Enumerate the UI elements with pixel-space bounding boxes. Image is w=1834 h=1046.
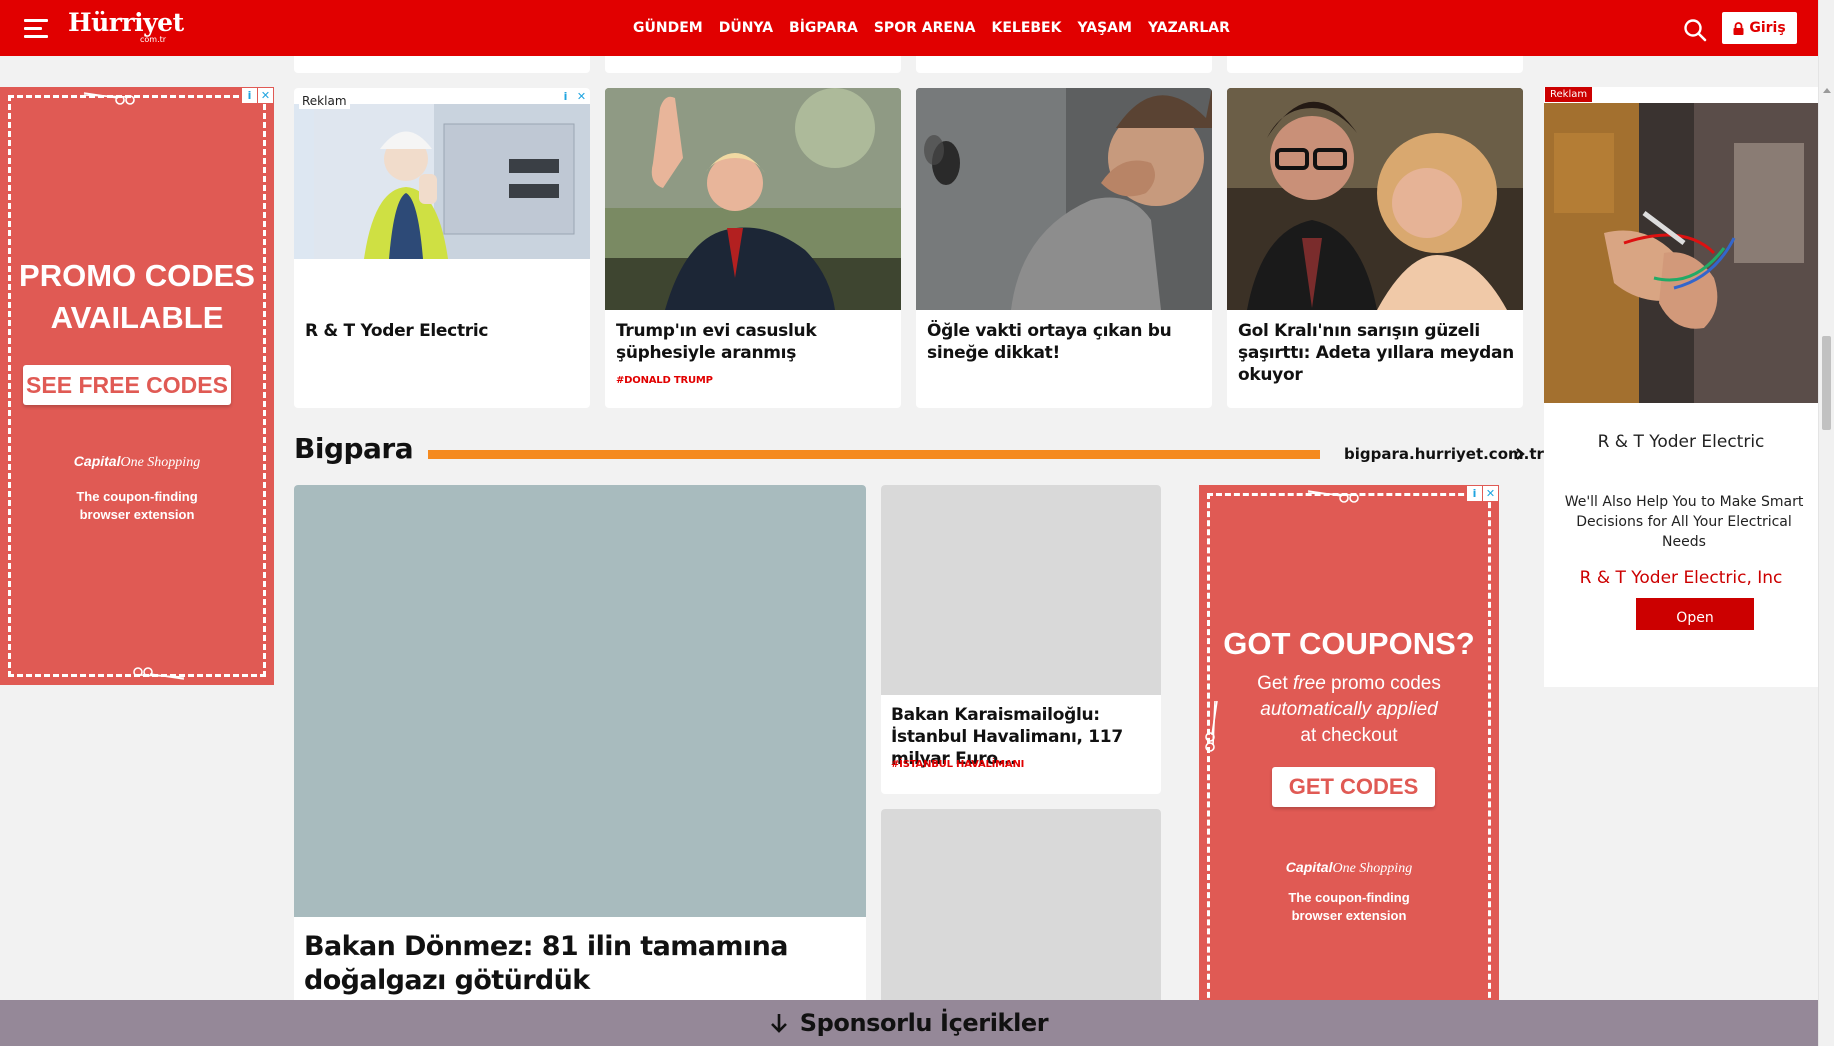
login-button[interactable]: Giriş [1722,12,1797,44]
scroll-up-icon[interactable] [1823,88,1831,93]
nav-yazarlar[interactable]: YAZARLAR [1148,20,1230,36]
previous-card-bottom [1227,56,1523,73]
sponsored-content-bar[interactable]: Sponsorlu İçerikler [0,1000,1818,1046]
middle-coupon-ad[interactable]: i ✕ GOT COUPONS? Get free promo codes aut… [1199,485,1499,1015]
capital-one-shopping-logo: CapitalOne Shopping [1199,859,1499,877]
previous-card-bottom [605,56,901,73]
news-card[interactable]: Gol Kralı'nın sarışın güzeli şaşırttı: A… [1227,88,1523,408]
story-image-placeholder [881,809,1161,1009]
story-image-placeholder [294,485,866,917]
ad-info-icon[interactable]: i [1467,486,1482,501]
coupon-subheadline: Get free promo codes automatically appli… [1199,671,1499,749]
scissors-icon [83,92,135,105]
brand-rest: One Shopping [120,455,201,470]
sponsored-card[interactable]: Reklam i ✕ R & T Yoder Electric [294,88,590,408]
page-scrollbar[interactable] [1818,0,1834,1046]
news-card[interactable]: Öğle vakti ortaya çıkan bu sineğe dikkat… [916,88,1212,408]
card-title[interactable]: Gol Kralı'nın sarışın güzeli şaşırttı: A… [1238,320,1514,386]
story-image-placeholder [881,485,1161,695]
search-icon[interactable] [1682,17,1708,43]
sponsored-content-label: Sponsorlu İçerikler [799,1009,1049,1037]
text-part: free [1293,673,1326,694]
sponsored-label: Reklam [299,94,350,109]
ad-close-icon[interactable]: ✕ [1483,486,1498,501]
ad-title[interactable]: R & T Yoder Electric [1544,432,1818,452]
nav-kelebek[interactable]: KELEBEK [991,20,1061,36]
electrician-photo [294,104,590,259]
card-title[interactable]: R & T Yoder Electric [305,320,581,342]
side-story-card[interactable]: Bakan Karaismailoğlu: İstanbul Havaliman… [881,485,1161,794]
card-title[interactable]: Öğle vakti ortaya çıkan bu sineğe dikkat… [927,320,1203,364]
coupon-subheadline-line: at checkout [1300,725,1398,746]
nav-bigpara[interactable]: BİGPARA [789,20,858,36]
brand-rest: One Shopping [1332,861,1413,876]
nav-dunya[interactable]: DÜNYA [719,20,773,36]
text-part: Get [1257,673,1294,694]
story-title[interactable]: Bakan Dönmez: 81 ilin tamamına doğalgazı… [304,930,859,998]
brand-bold: Capital [73,453,121,469]
main-story-card[interactable]: Bakan Dönmez: 81 ilin tamamına doğalgazı… [294,485,866,1005]
capital-one-shopping-logo: CapitalOne Shopping [0,453,274,471]
brand-bold: Capital [1285,859,1333,875]
ad-info-icon[interactable]: i [242,88,257,103]
side-story-card[interactable] [881,809,1161,1009]
site-logo-domain: com.tr [140,35,167,44]
section-divider [428,450,1320,459]
ad-close-icon[interactable]: ✕ [258,88,273,103]
right-display-ad[interactable]: Reklam R & T Yoder Electric We'll Also H… [1544,87,1818,687]
coupon-headline-line: PROMO CODES [19,258,255,293]
coupon-headline: PROMO CODES AVAILABLE [0,255,274,339]
fly-photo [916,88,1212,310]
coupon-tagline: The coupon-finding browser extension [0,488,274,524]
lock-icon [1733,21,1744,35]
scrollbar-thumb[interactable] [1822,336,1831,430]
story-tag[interactable]: #İSTANBUL HAVALİMANI [891,759,1024,770]
text-part: promo codes [1325,673,1441,694]
nav-spor-arena[interactable]: SPOR ARENA [874,20,976,36]
chevron-right-icon[interactable] [1514,447,1526,461]
movie-still-photo [1227,88,1523,310]
previous-card-bottom [916,56,1212,73]
coupon-subheadline-line: automatically applied [1260,699,1438,720]
open-button[interactable]: Open [1636,598,1754,630]
coupon-tagline-line: The coupon-finding [1288,890,1410,905]
card-title[interactable]: Trump'ın evi casusluk şüphesiyle aranmış [616,320,892,364]
ad-description: We'll Also Help You to Make Smart Decisi… [1564,494,1804,550]
login-label: Giriş [1749,20,1786,36]
scissors-icon [1307,490,1359,503]
coupon-border [1207,493,1491,1007]
ad-choices[interactable]: i ✕ [558,89,589,104]
coupon-tagline-line: The coupon-finding [76,489,198,504]
get-codes-button[interactable]: GET CODES [1272,767,1435,807]
main-nav: GÜNDEM DÜNYA BİGPARA SPOR ARENA KELEBEK … [633,20,1230,36]
nav-yasam[interactable]: YAŞAM [1077,20,1131,36]
news-card[interactable]: Trump'ın evi casusluk şüphesiyle aranmış… [605,88,901,408]
site-logo[interactable]: Hürriyet [68,10,184,36]
section-title[interactable]: Bigpara [294,432,414,465]
coupon-tagline: The coupon-finding browser extension [1199,889,1499,925]
scissors-icon [133,667,185,680]
coupon-headline: GOT COUPONS? [1223,626,1475,661]
coupon-headline-line: AVAILABLE [50,300,224,335]
top-navigation-bar: Hürriyet com.tr GÜNDEM DÜNYA BİGPARA SPO… [0,0,1818,56]
ad-choices[interactable]: i ✕ [1467,486,1498,501]
ad-info-icon[interactable]: i [558,89,573,104]
card-tag[interactable]: #DONALD TRUMP [616,375,713,386]
ad-brand[interactable]: R & T Yoder Electric, Inc [1544,568,1818,588]
coupon-tagline-line: browser extension [1291,908,1407,923]
sponsored-label: Reklam [1545,87,1593,102]
menu-icon[interactable] [24,19,48,39]
trump-photo [605,88,901,310]
arrow-down-icon [770,1014,787,1033]
ad-choices[interactable]: i ✕ [242,88,273,103]
see-free-codes-button[interactable]: SEE FREE CODES [23,365,231,405]
previous-card-bottom [294,56,590,73]
coupon-tagline-line: browser extension [79,507,195,522]
coupon-subheadline-line: Get free promo codes [1199,671,1499,697]
nav-gundem[interactable]: GÜNDEM [633,20,703,36]
electrician-hands-photo [1544,103,1818,403]
left-coupon-ad[interactable]: i ✕ PROMO CODES AVAILABLE SEE FREE CODES … [0,87,274,685]
ad-close-icon[interactable]: ✕ [574,89,589,104]
